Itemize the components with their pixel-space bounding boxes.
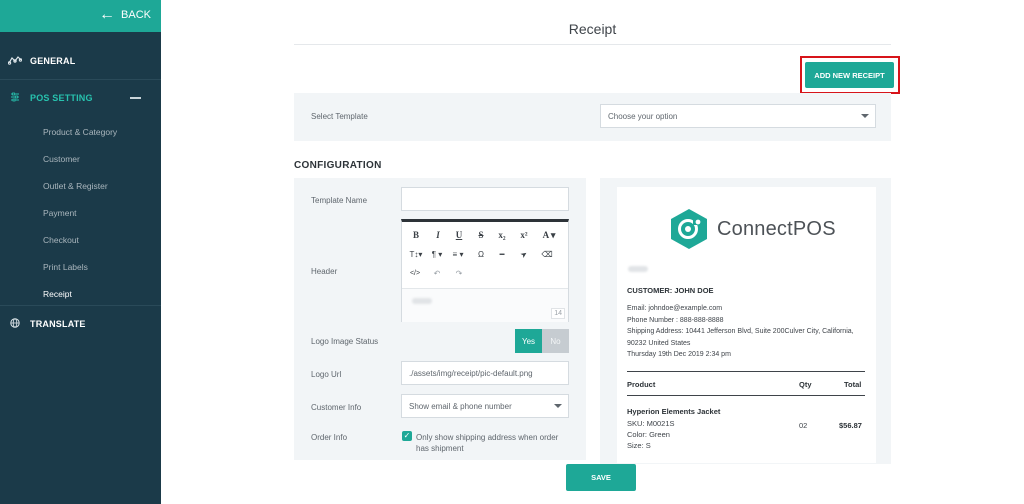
nav-pos-setting[interactable]: POS SETTING [0, 85, 161, 111]
font-color-icon[interactable]: A ▾ [539, 230, 559, 241]
nav-general-label: GENERAL [30, 56, 76, 66]
strikethrough-icon[interactable]: S [473, 230, 489, 240]
col-qty: Qty [799, 380, 812, 389]
sidebar: ← BACK GENERAL POS SETTING Product & Cat… [0, 0, 161, 504]
sliders-icon [0, 92, 30, 105]
select-template-label: Select Template [311, 112, 368, 121]
receipt-email: Email: johndoe@example.com [627, 305, 723, 312]
sidebar-item-customer[interactable]: Customer [43, 154, 80, 164]
nav-pos-setting-label: POS SETTING [30, 93, 93, 103]
header-edit-area[interactable]: 14 [402, 288, 568, 322]
char-counter: 14 [551, 308, 565, 319]
customer-info-value: Show email & phone number [409, 401, 512, 411]
receipt-preview: ConnectPOS CUSTOMER: JOHN DOE Email: joh… [617, 187, 876, 463]
undo-icon[interactable]: ↶ [429, 269, 445, 278]
logo-url-label: Logo Url [311, 370, 342, 379]
sidebar-item-payment[interactable]: Payment [43, 208, 77, 218]
header-rich-text-editor[interactable]: B I U S x₂ x² A ▾ T↕▾ ¶ ▾ ≡ ▾ Ω ━ ➤ ⌫ </… [401, 219, 569, 322]
receipt-shipping: Shipping Address: 10441 Jefferson Blvd, … [627, 328, 854, 347]
sidebar-item-print-labels[interactable]: Print Labels [43, 262, 88, 272]
customer-info-dropdown[interactable]: Show email & phone number [401, 394, 569, 418]
col-total: Total [844, 380, 862, 389]
font-size-icon[interactable]: T↕▾ [406, 250, 426, 259]
eraser-icon[interactable]: ⌫ [539, 250, 555, 259]
page-title: Receipt [568, 21, 617, 37]
align-icon[interactable]: ≡ ▾ [449, 250, 467, 259]
select-template-value: Choose your option [608, 111, 678, 121]
item-sku: SKU: M0021S [627, 419, 675, 428]
customer-info-label: Customer Info [311, 403, 362, 412]
paragraph-icon[interactable]: ¶ ▾ [428, 250, 446, 259]
brand-name: ConnectPOS [717, 217, 836, 240]
logo-status-toggle[interactable]: Yes No [515, 329, 569, 353]
blurred-text [628, 266, 648, 272]
logo-status-label: Logo Image Status [311, 337, 379, 346]
connectpos-logo: ConnectPOS [669, 208, 836, 250]
save-button[interactable]: SAVE [566, 464, 636, 491]
collapse-icon[interactable] [130, 97, 141, 99]
back-button[interactable]: ← BACK [99, 6, 151, 23]
order-info-label: Order Info [311, 433, 348, 442]
horizontal-rule-icon[interactable]: ━ [494, 250, 510, 259]
back-arrow-icon: ← [99, 6, 116, 23]
redo-icon[interactable]: ↷ [451, 269, 467, 278]
highlight-box [800, 56, 900, 94]
italic-icon[interactable]: I [430, 230, 446, 240]
toggle-no[interactable]: No [542, 329, 569, 353]
back-label: BACK [121, 9, 151, 21]
nav-general[interactable]: GENERAL [0, 48, 161, 74]
item-total: $56.87 [839, 421, 862, 430]
nav-translate-label: TRANSLATE [30, 319, 86, 329]
code-view-icon[interactable]: </> [407, 270, 423, 277]
select-template-dropdown[interactable]: Choose your option [600, 104, 876, 128]
logo-url-input[interactable]: ./assets/img/receipt/pic-default.png [401, 361, 569, 385]
sidebar-item-receipt[interactable]: Receipt [43, 289, 72, 299]
chevron-down-icon [861, 114, 869, 118]
configuration-heading: CONFIGURATION [294, 160, 382, 171]
chevron-down-icon [554, 404, 562, 408]
item-color: Color: Green [627, 430, 670, 439]
order-info-checkbox[interactable]: ✓ [402, 431, 412, 441]
sidebar-item-checkout[interactable]: Checkout [43, 235, 79, 245]
receipt-date: Thursday 19th Dec 2019 2:34 pm [627, 351, 731, 358]
item-size: Size: S [627, 441, 651, 450]
bold-icon[interactable]: B [408, 230, 424, 240]
receipt-phone: Phone Number : 888-888-8888 [627, 316, 724, 324]
order-info-checkbox-label: Only show shipping address when order ha… [416, 433, 559, 453]
receipt-customer-heading: CUSTOMER: JOHN DOE [627, 286, 714, 295]
nav-translate[interactable]: TRANSLATE [0, 311, 161, 337]
connectpos-hex-icon [671, 209, 707, 249]
title-divider [294, 44, 891, 45]
back-bar[interactable]: ← BACK [0, 0, 161, 32]
blurred-text [412, 298, 432, 304]
item-qty: 02 [799, 421, 808, 430]
divider [0, 79, 161, 80]
select-template-panel: Select Template Choose your option [294, 93, 891, 141]
col-product: Product [627, 380, 656, 389]
template-name-input[interactable] [401, 187, 569, 211]
underline-icon[interactable]: U [451, 230, 467, 240]
sidebar-item-product-category[interactable]: Product & Category [43, 127, 117, 137]
subscript-icon[interactable]: x₂ [494, 230, 510, 240]
divider [0, 305, 161, 306]
sidebar-item-outlet-register[interactable]: Outlet & Register [43, 181, 108, 191]
special-char-icon[interactable]: Ω [473, 250, 489, 259]
superscript-icon[interactable]: x² [516, 230, 532, 240]
receipt-rule [627, 395, 865, 396]
item-name: Hyperion Elements Jacket [627, 407, 721, 416]
template-name-label: Template Name [311, 196, 368, 205]
globe-icon [0, 317, 30, 331]
receipt-rule [627, 371, 865, 372]
cursor-icon[interactable]: ➤ [515, 246, 533, 263]
header-label: Header [311, 267, 338, 276]
toggle-yes[interactable]: Yes [515, 329, 542, 353]
analytics-icon [0, 55, 30, 68]
